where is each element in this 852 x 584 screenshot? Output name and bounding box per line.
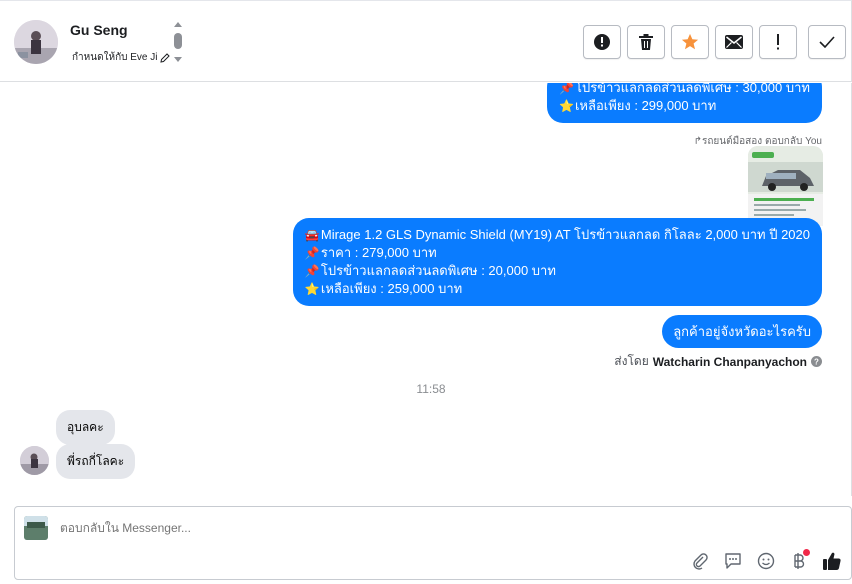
sender-name[interactable]: Watcharin Chanpanyachon xyxy=(653,355,807,369)
message-line: ⭐เหลือเพียง : 299,000 บาท xyxy=(558,98,717,113)
envelope-icon xyxy=(725,35,743,49)
message-line: 📌ราคา : 279,000 บาท xyxy=(304,245,437,260)
svg-text:?: ? xyxy=(814,358,819,367)
mark-done-button[interactable] xyxy=(808,25,846,59)
conversation-header: Gu Seng กำหนดให้กับ Eve Ji xyxy=(0,0,852,82)
message-line: ⭐เหลือเพียง : 259,000 บาท xyxy=(304,281,463,296)
outgoing-message-bubble[interactable]: ลูกค้าอยู่จังหวัดอะไรครับ xyxy=(662,315,822,348)
header-scrollbar[interactable] xyxy=(172,19,184,67)
alert-circle-icon xyxy=(594,34,610,50)
exclamation-icon xyxy=(777,34,779,50)
star-button[interactable] xyxy=(671,25,709,59)
reply-composer xyxy=(14,506,852,580)
notification-dot xyxy=(803,549,810,556)
sent-by-label: ส่งโดย Watcharin Chanpanyachon ? xyxy=(614,352,822,371)
message-line: 🚘Mirage 1.2 GLS Dynamic Shield (MY19) AT… xyxy=(304,227,810,242)
message-text: พี่รถกี่โลคะ xyxy=(67,454,125,468)
mark-unread-button[interactable] xyxy=(715,25,753,59)
timestamp: 11:58 xyxy=(416,382,446,396)
paperclip-icon xyxy=(693,553,708,570)
message-thread[interactable]: 📌โปรข้าวแลกลดส่วนลดพิเศษ : 30,000 บาท ⭐เ… xyxy=(0,83,852,496)
star-emoji-icon: ⭐ xyxy=(558,99,574,113)
smiley-icon xyxy=(757,552,775,570)
assignment-label[interactable]: กำหนดให้กับ Eve Ji xyxy=(72,50,171,65)
help-icon[interactable]: ? xyxy=(811,356,822,367)
follow-up-button[interactable] xyxy=(759,25,797,59)
delete-button[interactable] xyxy=(627,25,665,59)
message-text: ลูกค้าอยู่จังหวัดอะไรครับ xyxy=(673,324,811,339)
outgoing-message-bubble[interactable]: 📌โปรข้าวแลกลดส่วนลดพิเศษ : 30,000 บาท ⭐เ… xyxy=(546,83,822,123)
pushpin-icon: 📌 xyxy=(304,246,320,260)
saved-replies-button[interactable] xyxy=(722,550,744,572)
star-icon xyxy=(681,33,699,50)
page-avatar xyxy=(24,516,48,540)
reply-input[interactable] xyxy=(60,521,460,535)
incoming-message-bubble[interactable]: อุบลคะ xyxy=(56,410,115,445)
attach-button[interactable] xyxy=(689,550,711,572)
check-icon xyxy=(819,36,835,48)
partially-hidden-message xyxy=(230,489,630,495)
thumbs-up-icon xyxy=(823,552,841,570)
pushpin-icon: 📌 xyxy=(558,83,574,95)
trash-icon xyxy=(639,34,653,50)
assigned-to-text: กำหนดให้กับ Eve Ji xyxy=(72,52,158,63)
contact-avatar[interactable] xyxy=(14,20,58,64)
contact-name[interactable]: Gu Seng xyxy=(70,22,128,38)
payment-button[interactable] xyxy=(788,549,810,572)
like-button[interactable] xyxy=(821,550,843,572)
star-emoji-icon: ⭐ xyxy=(304,282,320,296)
pencil-icon[interactable] xyxy=(160,52,171,63)
car-emoji-icon: 🚘 xyxy=(304,228,320,242)
message-text: อุบลคะ xyxy=(67,420,104,434)
header-actions xyxy=(583,25,846,59)
composer-tools xyxy=(689,549,843,572)
sender-avatar[interactable] xyxy=(20,446,49,475)
outgoing-message-bubble[interactable]: 🚘Mirage 1.2 GLS Dynamic Shield (MY19) AT… xyxy=(292,218,822,306)
emoji-button[interactable] xyxy=(755,550,777,572)
spam-button[interactable] xyxy=(583,25,621,59)
message-line: 📌โปรข้าวแลกลดส่วนลดพิเศษ : 30,000 บาท xyxy=(559,83,810,97)
incoming-message-bubble[interactable]: พี่รถกี่โลคะ xyxy=(56,444,136,479)
pushpin-icon: 📌 xyxy=(304,264,320,278)
message-line: 📌โปรข้าวแลกลดส่วนลดพิเศษ : 20,000 บาท xyxy=(304,263,556,278)
car-image-thumbnail[interactable] xyxy=(748,146,823,226)
chat-bubble-icon xyxy=(725,553,741,569)
